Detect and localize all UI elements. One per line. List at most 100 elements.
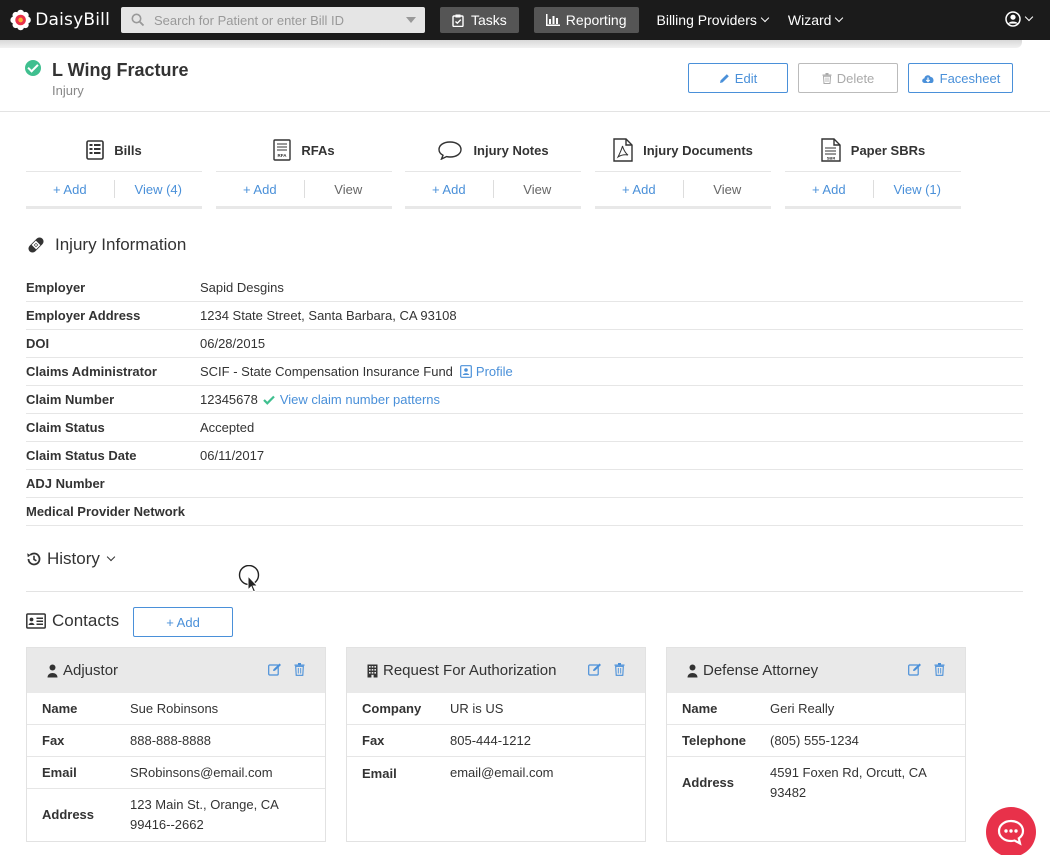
pdf-document-icon	[613, 138, 633, 162]
patient-search[interactable]	[121, 7, 425, 33]
bills-card: Bills + Add View (4)	[26, 135, 202, 209]
paper-sbrs-card: SBR Paper SBRs + Add View (1)	[785, 135, 961, 209]
injury-documents-title: Injury Documents	[595, 135, 771, 165]
wizard-menu[interactable]: Wizard	[787, 12, 844, 28]
contact-card-title: Defense Attorney	[703, 662, 819, 679]
info-label: Claim Status	[26, 420, 105, 435]
billing-providers-menu[interactable]: Billing Providers	[657, 12, 770, 28]
info-label: DOI	[26, 336, 50, 351]
card-tools	[268, 663, 305, 676]
reporting-label: Reporting	[565, 12, 627, 28]
contact-card-title: Request For Authorization	[383, 662, 557, 679]
reporting-button[interactable]: Reporting	[533, 7, 639, 33]
contact-address: 123 Main St., Orange, CA 99416--2662	[130, 795, 279, 835]
info-row: Claims Administrator SCIF - State Compen…	[26, 358, 1023, 386]
contact-card-header: Defense Attorney	[667, 648, 965, 693]
address-line-2: 93482	[770, 784, 807, 800]
brand-logo[interactable]: DaisyBill	[10, 9, 110, 31]
injury-documents-card: Injury Documents + Add View	[595, 135, 771, 209]
chat-launcher-button[interactable]	[986, 807, 1036, 855]
injury-notes-actions: + Add View	[405, 171, 581, 209]
profile-link[interactable]: Profile	[460, 364, 513, 379]
injury-notes-view-link[interactable]: View	[494, 182, 582, 197]
injury-notes-title: Injury Notes	[405, 135, 581, 165]
info-row: Employer Sapid Desgins	[26, 274, 1023, 302]
contact-label: Company	[362, 701, 422, 716]
edit-icon[interactable]	[908, 663, 922, 676]
address-line-2: 99416--2662	[130, 816, 204, 832]
speech-bubble-icon	[438, 141, 463, 160]
contact-row: Company UR is US	[347, 693, 645, 725]
search-input[interactable]	[154, 12, 394, 28]
user-icon	[687, 664, 698, 677]
trash-icon[interactable]	[294, 663, 305, 676]
check-circle-icon	[25, 60, 41, 76]
tasks-button[interactable]: Tasks	[440, 7, 519, 33]
claim-number-patterns-link[interactable]: View claim number patterns	[280, 392, 440, 407]
paper-sbrs-title: SBR Paper SBRs	[785, 135, 961, 165]
info-label: Claim Status Date	[26, 448, 137, 463]
history-toggle[interactable]: History	[26, 549, 116, 569]
chevron-down-icon	[1024, 12, 1034, 22]
page-subtitle: Injury	[52, 83, 84, 98]
search-dropdown-caret-icon[interactable]	[406, 17, 416, 23]
add-contact-label: + Add	[166, 614, 200, 630]
rfa-document-icon: RFA	[273, 139, 292, 161]
contact-card-icon	[460, 365, 472, 378]
info-label: Employer Address	[26, 308, 141, 323]
busy-cursor-icon	[238, 565, 260, 593]
bills-actions: + Add View (4)	[26, 171, 202, 209]
facesheet-button[interactable]: Facesheet	[908, 63, 1013, 93]
edit-button[interactable]: Edit	[688, 63, 788, 93]
add-contact-button[interactable]: + Add	[133, 607, 233, 637]
facesheet-label: Facesheet	[939, 70, 1001, 86]
trash-icon	[822, 72, 832, 84]
contact-row: Name Sue Robinsons	[27, 693, 325, 725]
contact-card-header: Request For Authorization	[347, 648, 645, 693]
rfas-title: RFA RFAs	[216, 135, 392, 165]
paper-sbrs-add-link[interactable]: + Add	[785, 182, 873, 197]
edit-icon[interactable]	[588, 663, 602, 676]
injury-documents-view-link[interactable]: View	[684, 182, 772, 197]
info-row: Employer Address 1234 State Street, Sant…	[26, 302, 1023, 330]
contact-label: Name	[682, 701, 718, 716]
info-value: Accepted	[200, 420, 255, 435]
chat-icon	[997, 819, 1025, 846]
injury-notes-add-link[interactable]: + Add	[405, 182, 493, 197]
info-row: Claim Status Date 06/11/2017	[26, 442, 1023, 470]
search-icon	[131, 13, 145, 27]
rfas-view-link[interactable]: View	[305, 182, 393, 197]
info-value: 1234 State Street, Santa Barbara, CA 931…	[200, 308, 457, 323]
edit-icon[interactable]	[268, 663, 282, 676]
injury-notes-card: Injury Notes + Add View	[405, 135, 581, 209]
bills-icon	[86, 140, 105, 160]
rfas-add-link[interactable]: + Add	[216, 182, 304, 197]
address-line-1: 4591 Foxen Rd, Orcutt, CA	[770, 764, 927, 780]
injury-notes-label: Injury Notes	[473, 142, 549, 158]
user-menu[interactable]	[1005, 11, 1034, 27]
contact-label: Address	[42, 807, 95, 822]
injury-information-table: Employer Sapid Desgins Employer Address …	[26, 274, 1023, 526]
address-line-1: 123 Main St., Orange, CA	[130, 796, 279, 812]
user-icon	[47, 664, 58, 677]
paper-sbrs-view-link[interactable]: View (1)	[874, 182, 962, 197]
wizard-label: Wizard	[787, 12, 832, 28]
contact-row: Fax 888-888-8888	[27, 725, 325, 757]
bills-add-link[interactable]: + Add	[26, 182, 114, 197]
contact-card-defense-attorney: Defense Attorney Name Geri Really Teleph…	[666, 647, 966, 842]
trash-icon[interactable]	[934, 663, 945, 676]
contact-label: Fax	[42, 733, 65, 748]
info-label: Medical Provider Network	[26, 504, 185, 519]
contact-value: 805-444-1212	[450, 732, 531, 748]
clipboard-check-icon	[452, 14, 464, 27]
building-icon	[367, 664, 378, 677]
contact-value: email@email.com	[450, 765, 554, 780]
trash-icon[interactable]	[614, 663, 625, 676]
injury-documents-add-link[interactable]: + Add	[595, 182, 683, 197]
bills-view-link[interactable]: View (4)	[115, 182, 203, 197]
delete-button[interactable]: Delete	[798, 63, 898, 93]
delete-label: Delete	[836, 70, 875, 86]
contact-value: SRobinsons@email.com	[130, 764, 273, 780]
rfas-card: RFA RFAs + Add View	[216, 135, 392, 209]
contact-card-title: Adjustor	[63, 662, 119, 679]
